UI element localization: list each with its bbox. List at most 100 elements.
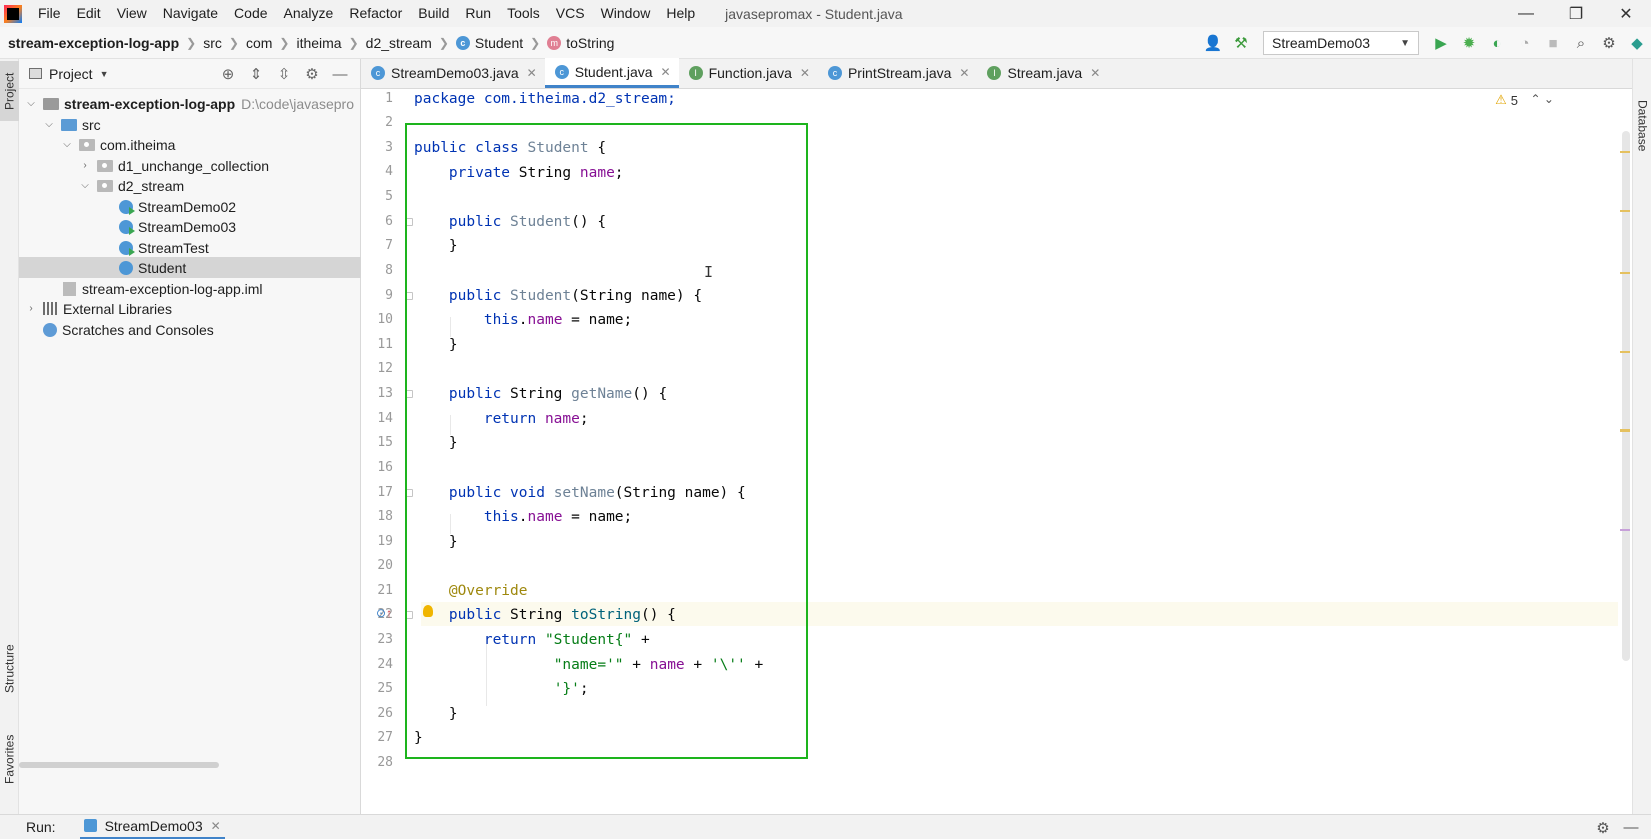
- warning-marker[interactable]: [1620, 429, 1630, 431]
- gear-icon[interactable]: ⚙: [1589, 819, 1617, 837]
- breadcrumb-com[interactable]: com: [246, 35, 272, 51]
- menu-refactor[interactable]: Refactor: [341, 0, 410, 27]
- prev-next-highlight-icon[interactable]: ⌃ ⌄: [1531, 92, 1554, 106]
- menu-window[interactable]: Window: [593, 0, 659, 27]
- tool-tab-project[interactable]: Project: [0, 61, 19, 121]
- tree-item-student[interactable]: Student: [19, 257, 361, 278]
- chevron-right-icon[interactable]: ›: [79, 160, 91, 171]
- menu-edit[interactable]: Edit: [69, 0, 109, 27]
- stop-icon[interactable]: ■: [1539, 29, 1567, 57]
- tool-tab-database[interactable]: Database: [1633, 71, 1651, 181]
- toolbox-icon[interactable]: ◆: [1623, 29, 1651, 57]
- tab-streamdemo03[interactable]: c StreamDemo03.java ✕: [361, 58, 545, 88]
- menu-code[interactable]: Code: [226, 0, 275, 27]
- menu-run[interactable]: Run: [457, 0, 499, 27]
- menu-vcs[interactable]: VCS: [548, 0, 593, 27]
- tree-item-d2[interactable]: ⌵ d2_stream: [19, 175, 361, 196]
- vertical-scrollbar[interactable]: [1618, 89, 1632, 814]
- expand-all-icon[interactable]: ⇕: [242, 65, 270, 83]
- tree-item-root[interactable]: ⌵ stream-exception-log-app D:\code\javas…: [19, 93, 361, 114]
- close-icon[interactable]: ✕: [800, 66, 810, 80]
- tab-label: Function.java: [708, 65, 792, 81]
- profile-icon[interactable]: ◔: [1511, 29, 1539, 57]
- user-icon[interactable]: 👤: [1199, 29, 1227, 57]
- horizontal-scrollbar[interactable]: [19, 762, 219, 768]
- warning-marker[interactable]: [1620, 151, 1630, 153]
- tree-item-streamdemo02[interactable]: StreamDemo02: [19, 196, 361, 217]
- breadcrumb-d2-stream[interactable]: d2_stream: [366, 35, 432, 51]
- hide-panel-icon[interactable]: —: [326, 66, 354, 83]
- breadcrumb-src[interactable]: src: [203, 35, 222, 51]
- warning-marker[interactable]: [1620, 351, 1630, 353]
- tab-student[interactable]: c Student.java ✕: [544, 58, 679, 88]
- menu-view[interactable]: View: [109, 0, 155, 27]
- menu-tools[interactable]: Tools: [499, 0, 548, 27]
- tree-item-d1[interactable]: › d1_unchange_collection: [19, 155, 361, 176]
- tree-item-streamtest[interactable]: StreamTest: [19, 237, 361, 258]
- warning-marker[interactable]: [1620, 210, 1630, 212]
- restore-button[interactable]: ❐: [1551, 0, 1601, 27]
- tree-root-path: D:\code\javasepro: [241, 95, 354, 112]
- search-icon[interactable]: ⌕: [1567, 29, 1595, 57]
- chevron-down-icon[interactable]: ⌵: [43, 119, 55, 130]
- tab-stream[interactable]: I Stream.java ✕: [977, 58, 1108, 88]
- collapse-all-icon[interactable]: ⇳: [270, 65, 298, 83]
- tree-item-scratches[interactable]: Scratches and Consoles: [19, 319, 361, 340]
- tree-item-iml[interactable]: stream-exception-log-app.iml: [19, 278, 361, 299]
- close-icon[interactable]: ✕: [661, 65, 671, 79]
- chevron-right-icon: ❯: [186, 35, 197, 50]
- chevron-down-icon[interactable]: ⌵: [25, 98, 37, 109]
- tree-item-streamdemo03[interactable]: StreamDemo03: [19, 216, 361, 237]
- close-icon[interactable]: ✕: [1090, 66, 1100, 80]
- close-icon[interactable]: ✕: [211, 819, 221, 833]
- chevron-right-icon[interactable]: ›: [25, 303, 37, 314]
- line-number: 13: [377, 386, 393, 401]
- tool-tab-structure[interactable]: Structure: [0, 629, 19, 709]
- build-hammer-icon[interactable]: ⚒: [1227, 29, 1255, 57]
- bottom-right-tools: ⚙ —: [1589, 815, 1645, 839]
- breadcrumb-class[interactable]: c Student: [455, 35, 523, 51]
- gear-icon[interactable]: ⚙: [298, 65, 326, 83]
- close-icon[interactable]: ✕: [959, 66, 969, 80]
- breadcrumb-method-label: toString: [566, 34, 615, 51]
- chevron-down-icon[interactable]: ⌵: [79, 180, 91, 191]
- hide-panel-icon[interactable]: —: [1617, 819, 1645, 836]
- override-method-icon[interactable]: ⊙↑: [376, 606, 392, 620]
- gear-icon[interactable]: ⚙: [1595, 29, 1623, 57]
- tree-item-src[interactable]: ⌵ src: [19, 114, 361, 135]
- class-icon: c: [554, 64, 569, 79]
- menu-navigate[interactable]: Navigate: [155, 0, 226, 27]
- menu-build[interactable]: Build: [410, 0, 457, 27]
- menu-help[interactable]: Help: [658, 0, 703, 27]
- tab-function[interactable]: I Function.java ✕: [679, 58, 818, 88]
- project-view-select[interactable]: Project ▼: [29, 66, 109, 82]
- breadcrumb-itheima[interactable]: itheima: [296, 35, 341, 51]
- run-icon[interactable]: ▶: [1427, 29, 1455, 57]
- warning-marker[interactable]: [1620, 272, 1630, 274]
- run-tab-streamdemo03[interactable]: StreamDemo03 ✕: [79, 815, 225, 839]
- run-panel-label: Run:: [26, 819, 56, 835]
- tool-tab-favorites[interactable]: Favorites: [0, 719, 19, 799]
- breadcrumb-project[interactable]: stream-exception-log-app: [8, 35, 179, 51]
- tab-printstream[interactable]: c PrintStream.java ✕: [818, 58, 978, 88]
- coverage-icon[interactable]: ◐: [1483, 29, 1511, 57]
- line-number: 10: [377, 312, 393, 327]
- minimize-button[interactable]: —: [1501, 0, 1551, 27]
- tree-item-external-libraries[interactable]: › External Libraries: [19, 298, 361, 319]
- code-editor[interactable]: 1 2 3 4 5 6 7 8 9 10 11 12 13 14 15 16 1…: [361, 89, 1632, 814]
- tree-src-label: src: [82, 116, 101, 133]
- nav-toolbar: 👤 ⚒ StreamDemo03 ▼ ▶ ✹ ◐ ◔ ■ ⌕ ⚙ ◆: [1199, 27, 1651, 59]
- debug-icon[interactable]: ✹: [1455, 29, 1483, 57]
- locate-icon[interactable]: ⊕: [214, 65, 242, 83]
- close-icon[interactable]: ✕: [527, 66, 537, 80]
- change-marker[interactable]: [1620, 529, 1630, 531]
- tree-item-package[interactable]: ⌵ com.itheima: [19, 134, 361, 155]
- breadcrumb-method[interactable]: m toString: [547, 35, 614, 51]
- close-window-button[interactable]: ✕: [1601, 0, 1651, 27]
- warnings-indicator[interactable]: ⚠ 5: [1495, 92, 1518, 108]
- chevron-down-icon[interactable]: ⌵: [61, 139, 73, 150]
- run-config-select[interactable]: StreamDemo03 ▼: [1263, 31, 1419, 55]
- line-number: 25: [377, 681, 393, 696]
- menu-analyze[interactable]: Analyze: [276, 0, 342, 27]
- menu-file[interactable]: File: [30, 0, 69, 27]
